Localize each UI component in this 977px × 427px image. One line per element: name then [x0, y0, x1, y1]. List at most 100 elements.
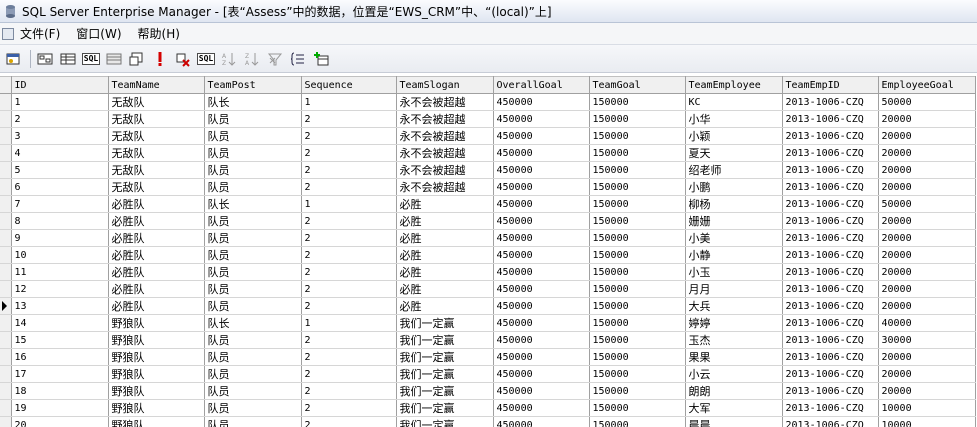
- cell-teamname[interactable]: 必胜队: [108, 195, 205, 213]
- row-selector[interactable]: [0, 178, 12, 196]
- cell-overallgoal[interactable]: 450000: [493, 399, 590, 417]
- cell-employeegoal[interactable]: 40000: [878, 314, 976, 332]
- cell-sequence[interactable]: 2: [301, 416, 397, 427]
- cell-employeegoal[interactable]: 20000: [878, 127, 976, 145]
- cell-id[interactable]: 16: [11, 348, 109, 366]
- cell-overallgoal[interactable]: 450000: [493, 229, 590, 247]
- table-row[interactable]: 2 无敌队 队员 2 永不会被超越 450000 150000 小华 2013-1006-CZQ…: [0, 110, 976, 128]
- row-selector[interactable]: [0, 127, 12, 145]
- cell-sequence[interactable]: 2: [301, 110, 397, 128]
- cell-teamslogan[interactable]: 永不会被超越: [396, 161, 494, 179]
- cell-employeegoal[interactable]: 20000: [878, 229, 976, 247]
- cell-teampost[interactable]: 队员: [204, 348, 302, 366]
- cell-employeegoal[interactable]: 50000: [878, 195, 976, 213]
- row-selector[interactable]: [0, 365, 12, 383]
- cell-teamempid[interactable]: 2013-1006-CZQ: [782, 382, 879, 400]
- cell-teamempid[interactable]: 2013-1006-CZQ: [782, 127, 879, 145]
- row-selector[interactable]: [0, 93, 12, 111]
- cell-id[interactable]: 10: [11, 246, 109, 264]
- cell-teamgoal[interactable]: 150000: [589, 144, 686, 162]
- cell-id[interactable]: 20: [11, 416, 109, 427]
- cell-employeegoal[interactable]: 50000: [878, 93, 976, 111]
- cell-teamemployee[interactable]: 夏天: [685, 144, 783, 162]
- cell-id[interactable]: 18: [11, 382, 109, 400]
- cell-id[interactable]: 2: [11, 110, 109, 128]
- cell-teamemployee[interactable]: 婷婷: [685, 314, 783, 332]
- cell-sequence[interactable]: 2: [301, 178, 397, 196]
- cell-teamslogan[interactable]: 必胜: [396, 280, 494, 298]
- cell-teamempid[interactable]: 2013-1006-CZQ: [782, 399, 879, 417]
- cell-sequence[interactable]: 2: [301, 161, 397, 179]
- cell-teamemployee[interactable]: 大兵: [685, 297, 783, 315]
- cell-teamslogan[interactable]: 我们一定赢: [396, 365, 494, 383]
- column-header-teamempid[interactable]: TeamEmpID: [782, 76, 879, 94]
- cell-overallgoal[interactable]: 450000: [493, 416, 590, 427]
- row-selector[interactable]: [0, 399, 12, 417]
- cell-id[interactable]: 17: [11, 365, 109, 383]
- row-selector[interactable]: [0, 144, 12, 162]
- cell-teamname[interactable]: 必胜队: [108, 297, 205, 315]
- cell-teamname[interactable]: 无敌队: [108, 161, 205, 179]
- cell-id[interactable]: 19: [11, 399, 109, 417]
- cell-sequence[interactable]: 1: [301, 314, 397, 332]
- cell-teampost[interactable]: 队员: [204, 127, 302, 145]
- cell-overallgoal[interactable]: 450000: [493, 127, 590, 145]
- cell-teamemployee[interactable]: 小鹏: [685, 178, 783, 196]
- cell-teamgoal[interactable]: 150000: [589, 416, 686, 427]
- cell-teamslogan[interactable]: 永不会被超越: [396, 178, 494, 196]
- row-selector[interactable]: [0, 382, 12, 400]
- cell-teamemployee[interactable]: 朗朗: [685, 382, 783, 400]
- table-row[interactable]: 17 野狼队 队员 2 我们一定赢 450000 150000 小云 2013-1006-CZQ…: [0, 365, 976, 383]
- cell-teamslogan[interactable]: 我们一定赢: [396, 331, 494, 349]
- row-selector[interactable]: [0, 280, 12, 298]
- sql-pane-icon[interactable]: SQL: [81, 49, 101, 69]
- cell-overallgoal[interactable]: 450000: [493, 110, 590, 128]
- cell-id[interactable]: 13: [11, 297, 109, 315]
- cell-sequence[interactable]: 2: [301, 280, 397, 298]
- cell-teamempid[interactable]: 2013-1006-CZQ: [782, 212, 879, 230]
- cell-teamname[interactable]: 野狼队: [108, 331, 205, 349]
- cell-id[interactable]: 11: [11, 263, 109, 281]
- properties-icon[interactable]: [3, 49, 23, 69]
- cell-teamempid[interactable]: 2013-1006-CZQ: [782, 348, 879, 366]
- cell-teamemployee[interactable]: 绍老师: [685, 161, 783, 179]
- cell-sequence[interactable]: 2: [301, 348, 397, 366]
- cell-overallgoal[interactable]: 450000: [493, 297, 590, 315]
- cell-overallgoal[interactable]: 450000: [493, 246, 590, 264]
- cell-teamname[interactable]: 无敌队: [108, 127, 205, 145]
- cell-teamslogan[interactable]: 必胜: [396, 195, 494, 213]
- group-by-icon[interactable]: [288, 49, 308, 69]
- remove-filter-icon[interactable]: [265, 49, 285, 69]
- cell-teamslogan[interactable]: 我们一定赢: [396, 382, 494, 400]
- cell-id[interactable]: 7: [11, 195, 109, 213]
- cell-teampost[interactable]: 队员: [204, 178, 302, 196]
- cell-teamname[interactable]: 野狼队: [108, 365, 205, 383]
- cell-teamname[interactable]: 无敌队: [108, 110, 205, 128]
- cell-teamempid[interactable]: 2013-1006-CZQ: [782, 93, 879, 111]
- column-header-teamname[interactable]: TeamName: [108, 76, 205, 94]
- cell-id[interactable]: 1: [11, 93, 109, 111]
- cell-sequence[interactable]: 2: [301, 297, 397, 315]
- cell-teampost[interactable]: 队员: [204, 161, 302, 179]
- table-row[interactable]: 15 野狼队 队员 2 我们一定赢 450000 150000 玉杰 2013-1006-CZQ…: [0, 331, 976, 349]
- cell-sequence[interactable]: 2: [301, 127, 397, 145]
- table-row[interactable]: 11 必胜队 队员 2 必胜 450000 150000 小玉 2013-1006-CZQ 200…: [0, 263, 976, 281]
- column-header-overallgoal[interactable]: OverallGoal: [493, 76, 590, 94]
- cell-teamgoal[interactable]: 150000: [589, 263, 686, 281]
- sort-descending-icon[interactable]: ZA: [242, 49, 262, 69]
- table-row[interactable]: 8 必胜队 队员 2 必胜 450000 150000 姗姗 2013-1006-CZQ 2000…: [0, 212, 976, 230]
- cell-employeegoal[interactable]: 20000: [878, 178, 976, 196]
- table-row[interactable]: 4 无敌队 队员 2 永不会被超越 450000 150000 夏天 2013-1006-CZQ…: [0, 144, 976, 162]
- cell-sequence[interactable]: 2: [301, 331, 397, 349]
- table-row[interactable]: 13 必胜队 队员 2 必胜 450000 150000 大兵 2013-1006-CZQ 200…: [0, 297, 976, 315]
- cell-teamname[interactable]: 野狼队: [108, 399, 205, 417]
- row-selector[interactable]: [0, 195, 12, 213]
- table-row[interactable]: 9 必胜队 队员 2 必胜 450000 150000 小美 2013-1006-CZQ 2000…: [0, 229, 976, 247]
- cell-teamgoal[interactable]: 150000: [589, 178, 686, 196]
- cell-teamslogan[interactable]: 必胜: [396, 212, 494, 230]
- cell-teamemployee[interactable]: 小玉: [685, 263, 783, 281]
- cell-teamslogan[interactable]: 永不会被超越: [396, 110, 494, 128]
- cell-teampost[interactable]: 队长: [204, 195, 302, 213]
- table-row[interactable]: 14 野狼队 队长 1 我们一定赢 450000 150000 婷婷 2013-1006-CZQ…: [0, 314, 976, 332]
- cell-id[interactable]: 14: [11, 314, 109, 332]
